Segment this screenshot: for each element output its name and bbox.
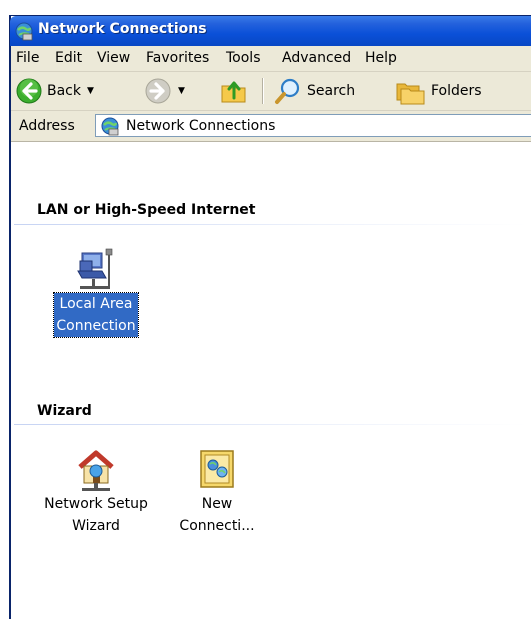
folders-icon (396, 83, 425, 105)
menu-advanced[interactable]: Advanced (282, 50, 351, 66)
network-setup-wizard-item[interactable]: Network Setup Wizard (41, 445, 151, 537)
group-title-lan: LAN or High-Speed Internet (37, 202, 256, 218)
up-folder-icon (221, 81, 246, 103)
back-arrow-icon (16, 78, 42, 104)
menu-edit[interactable]: Edit (55, 50, 82, 66)
new-connection-wizard-icon (200, 450, 234, 488)
network-setup-wizard-label: Network Setup Wizard (44, 496, 148, 534)
menu-help[interactable]: Help (365, 50, 397, 66)
lan-connection-icon (77, 248, 113, 289)
local-area-connection-label: Local Area Connection (53, 292, 139, 338)
toolbar-separator (262, 78, 264, 104)
address-field[interactable]: Network Connections (95, 114, 531, 137)
network-connections-icon (101, 117, 119, 136)
window-title: Network Connections (38, 21, 207, 37)
back-dropdown-arrow-icon[interactable]: ▼ (87, 86, 94, 96)
menu-bar: File Edit View Favorites Tools Advanced … (11, 46, 531, 72)
forward-arrow-icon (145, 78, 171, 104)
menu-view[interactable]: View (97, 50, 130, 66)
address-value: Network Connections (126, 118, 276, 134)
group-divider (14, 424, 529, 425)
forward-button[interactable]: ▼ (144, 72, 185, 110)
toolbar: Back ▼ ▼ Search Folders (11, 72, 531, 111)
address-label: Address (19, 118, 75, 134)
group-divider (14, 224, 529, 225)
search-icon (275, 78, 300, 104)
title-bar[interactable]: Network Connections (10, 16, 531, 46)
group-title-wizard: Wizard (37, 403, 92, 419)
folders-label: Folders (431, 83, 482, 99)
new-connection-label: New Connecti... (179, 496, 255, 534)
folders-button[interactable]: Folders (395, 72, 482, 110)
back-label: Back (47, 83, 81, 99)
back-button[interactable]: Back ▼ (15, 72, 94, 110)
up-folder-button[interactable] (219, 72, 249, 110)
new-connection-wizard-item[interactable]: New Connecti... (162, 445, 272, 537)
content-pane: LAN or High-Speed Internet Local Area Con… (11, 142, 531, 619)
network-setup-wizard-icon (78, 450, 114, 491)
forward-dropdown-arrow-icon[interactable]: ▼ (178, 86, 185, 96)
address-bar: Address Network Connections (11, 111, 531, 142)
menu-tools[interactable]: Tools (226, 50, 261, 66)
search-label: Search (307, 83, 356, 99)
search-button[interactable]: Search (273, 72, 355, 110)
local-area-connection-item[interactable]: Local Area Connection (41, 245, 151, 338)
menu-favorites[interactable]: Favorites (146, 50, 209, 66)
menu-file[interactable]: File (16, 50, 39, 66)
network-connections-icon (15, 22, 33, 41)
